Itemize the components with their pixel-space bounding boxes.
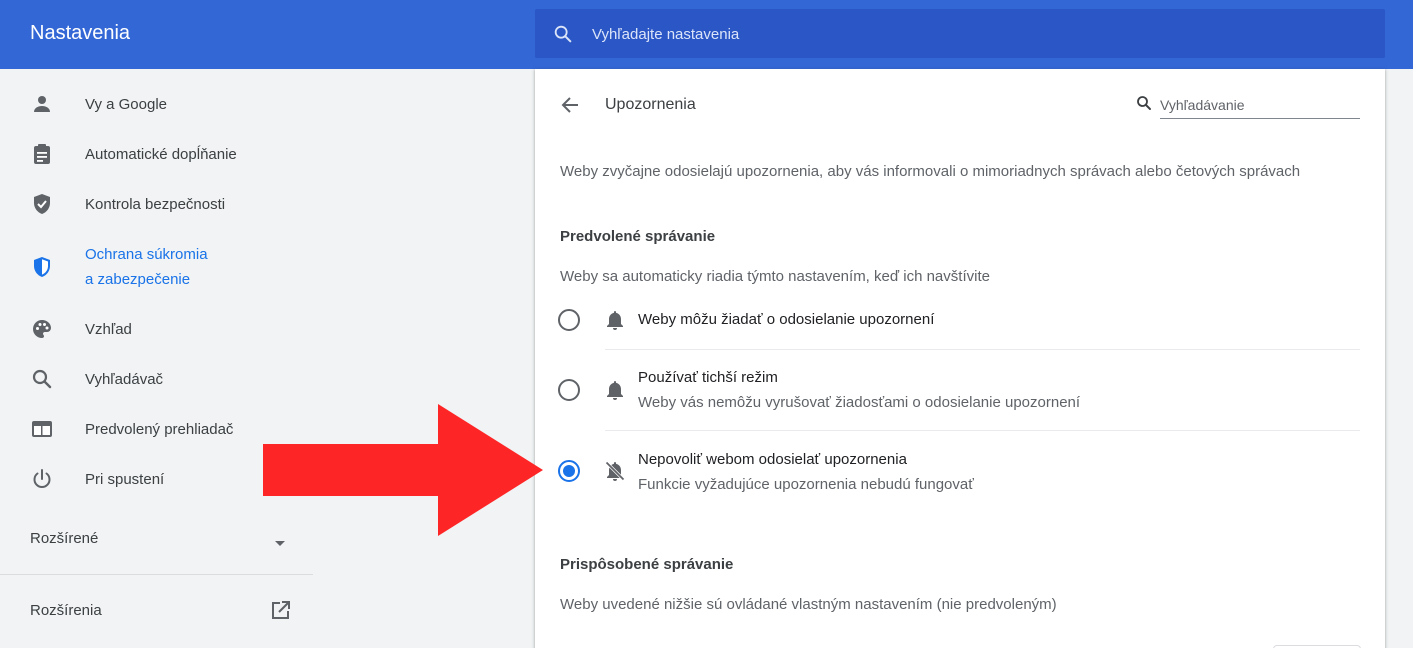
- sidebar-item-search-engine[interactable]: Vyhľadávač: [0, 367, 313, 392]
- option-divider: [605, 349, 1360, 350]
- subpage-search[interactable]: [1135, 91, 1361, 121]
- sidebar-divider: [0, 574, 313, 575]
- radio-block[interactable]: [558, 460, 580, 482]
- subpage-search-input[interactable]: [1160, 91, 1360, 119]
- bell-icon: [607, 311, 623, 330]
- sidebar-item-privacy-security[interactable]: Ochrana súkromia a zabezpečenie: [0, 242, 313, 292]
- bell-off-icon: [605, 461, 625, 481]
- option-sublabel: Weby vás nemôžu vyrušovať žiadosťami o o…: [638, 394, 1081, 411]
- search-icon: [554, 25, 572, 43]
- extensions-label: Rozšírenia: [30, 602, 102, 619]
- sidebar-item-label: a zabezpečenie: [85, 271, 191, 288]
- custom-behavior-description: Weby uvedené nižšie sú ovládané vlastným…: [560, 596, 1057, 613]
- option-label: Weby môžu žiadať o odosielanie upozornen…: [638, 311, 935, 328]
- bell-icon: [607, 381, 623, 400]
- page-title: Upozornenia: [605, 96, 696, 113]
- option-sublabel: Funkcie vyžadujúce upozornenia nebudú fu…: [638, 476, 974, 493]
- power-icon: [33, 469, 51, 488]
- palette-icon: [33, 320, 51, 338]
- advanced-label: Rozšírené: [30, 530, 99, 547]
- sidebar-item-appearance[interactable]: Vzhľad: [0, 317, 313, 342]
- default-behavior-description: Weby sa automaticky riadia týmto nastave…: [560, 268, 990, 285]
- shield-check-icon: [34, 194, 50, 214]
- clipboard-icon: [34, 144, 50, 164]
- default-behavior-title: Predvolené správanie: [560, 228, 716, 245]
- option-quiet-mode[interactable]: Používať tichší režim Weby vás nemôžu vy…: [558, 367, 1360, 417]
- option-allow-ask[interactable]: Weby môžu žiadať o odosielanie upozornen…: [558, 307, 1360, 332]
- sidebar-item-safety-check[interactable]: Kontrola bezpečnosti: [0, 192, 313, 217]
- radio-allow-ask[interactable]: [558, 309, 580, 331]
- sidebar-item-label: Kontrola bezpečnosti: [85, 196, 226, 213]
- notifications-card: Upozornenia Weby zvyčajne odosielajú upo…: [535, 69, 1385, 648]
- custom-behavior-title: Prispôsobené správanie: [560, 556, 734, 573]
- sidebar-item-label: Automatické dopĺňanie: [85, 146, 237, 163]
- browser-icon: [32, 421, 52, 437]
- search-icon: [1137, 96, 1151, 110]
- option-label: Používať tichší režim: [638, 369, 778, 386]
- open-in-new-icon: [272, 601, 290, 619]
- back-arrow-icon[interactable]: [558, 93, 582, 117]
- intro-text: Weby zvyčajne odosielajú upozornenia, ab…: [560, 163, 1301, 180]
- option-label: Nepovoliť webom odosielať upozornenia: [638, 451, 907, 468]
- settings-search-box[interactable]: [535, 9, 1385, 58]
- shield-icon: [34, 257, 50, 277]
- person-icon: [34, 96, 50, 112]
- sidebar-item-label: Vy a Google: [85, 96, 167, 113]
- sidebar-item-label: Predvolený prehliadač: [85, 421, 234, 438]
- sidebar-item-label: Pri spustení: [85, 471, 165, 488]
- sidebar-item-you-and-google[interactable]: Vy a Google: [0, 92, 313, 117]
- red-arrow-icon: [263, 404, 543, 536]
- top-bar: Nastavenia: [0, 0, 1413, 69]
- search-icon: [32, 369, 52, 389]
- extensions-link[interactable]: Rozšírenia: [0, 598, 313, 624]
- option-divider: [605, 430, 1360, 431]
- option-block[interactable]: Nepovoliť webom odosielať upozornenia Fu…: [558, 449, 1360, 499]
- sidebar: Vy a Google Automatické dopĺňanie Kontro…: [0, 69, 313, 648]
- sidebar-item-label: Vyhľadávač: [85, 371, 164, 388]
- sidebar-item-label: Ochrana súkromia: [85, 246, 208, 263]
- app-title: Nastavenia: [30, 22, 131, 44]
- radio-quiet-mode[interactable]: [558, 379, 580, 401]
- settings-search-input[interactable]: [592, 21, 1352, 47]
- sidebar-item-label: Vzhľad: [85, 321, 132, 338]
- sidebar-item-autofill[interactable]: Automatické dopĺňanie: [0, 142, 313, 167]
- caret-down-icon: [275, 541, 285, 546]
